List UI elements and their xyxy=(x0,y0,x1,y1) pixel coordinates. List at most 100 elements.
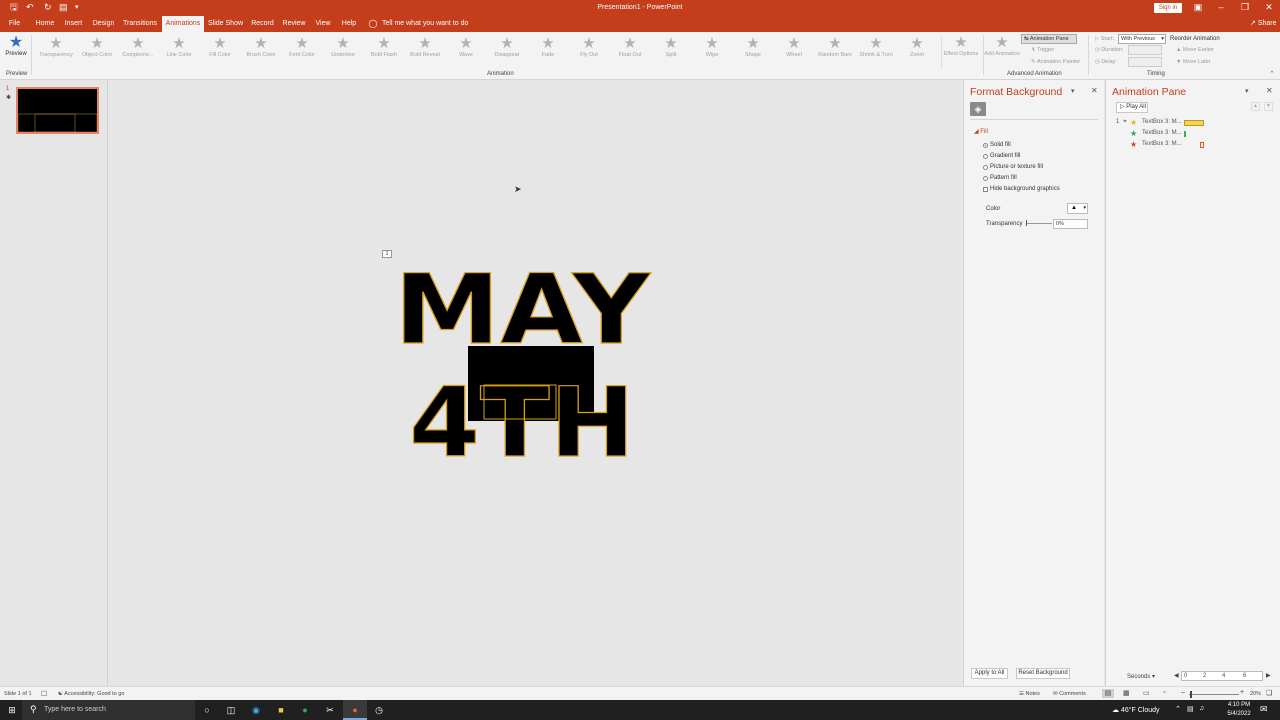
solid-fill-label[interactable]: Solid fill xyxy=(990,142,1011,148)
transparency-slider[interactable] xyxy=(1026,223,1052,224)
normal-view-icon[interactable]: ▤ xyxy=(1102,689,1114,698)
animation-zoom[interactable]: ★ Zoom xyxy=(897,36,937,59)
taskbar-time[interactable]: 4:10 PM xyxy=(1226,702,1252,708)
edge-icon[interactable]: ◉ xyxy=(250,704,262,716)
zoom-slider-thumb[interactable] xyxy=(1190,691,1192,698)
zoom-level[interactable]: 20% xyxy=(1250,691,1261,697)
task-view-icon[interactable]: ◫ xyxy=(225,704,237,716)
hide-graphics-checkbox[interactable] xyxy=(983,187,988,192)
sign-in-button[interactable]: Sign in xyxy=(1154,3,1182,13)
timeline-scroll-left-icon[interactable]: ◀ xyxy=(1174,672,1179,679)
animation-bold-reveal[interactable]: ★ Bold Reveal xyxy=(405,36,445,59)
animation-timing-bar[interactable] xyxy=(1184,131,1186,137)
color-picker-button[interactable]: ▲ ▾ xyxy=(1067,203,1088,214)
tab-view[interactable]: View xyxy=(313,16,333,32)
close-animation-pane-icon[interactable]: ✕ xyxy=(1266,86,1273,95)
effect-options-button[interactable]: ★ Effect Options xyxy=(941,35,981,58)
clock-app-icon[interactable]: ◷ xyxy=(373,704,385,716)
animation-line-color[interactable]: ★ Line Color xyxy=(159,36,199,59)
animation-transparency[interactable]: ★ Transparency xyxy=(36,36,76,59)
delay-field[interactable] xyxy=(1128,57,1162,67)
fill-bucket-icon[interactable]: ◈ xyxy=(970,102,986,116)
comments-button[interactable]: ✉ Comments xyxy=(1053,691,1086,697)
animation-split[interactable]: ★ Split xyxy=(651,36,691,59)
animation-wave[interactable]: ★ Wave xyxy=(446,36,486,59)
animation-underline[interactable]: ★ Underline xyxy=(323,36,363,59)
tab-review[interactable]: Review xyxy=(281,16,307,32)
reset-background-button[interactable]: Reset Background xyxy=(1016,668,1070,679)
animation-timing-bar[interactable] xyxy=(1200,142,1204,148)
start-dropdown[interactable]: With Previous ▾ xyxy=(1118,34,1166,44)
animation-shape[interactable]: ★ Shape xyxy=(733,36,773,59)
timeline-scroll-right-icon[interactable]: ▶ xyxy=(1266,672,1271,679)
move-down-icon[interactable]: ▼ xyxy=(1264,102,1273,111)
animation-item-3[interactable]: TextBox 3: M... xyxy=(1142,141,1182,147)
move-earlier-button[interactable]: ▲ Move Earlier xyxy=(1176,47,1214,53)
tab-file[interactable]: File xyxy=(6,16,23,32)
animation-fill-color[interactable]: ★ Fill Color xyxy=(200,36,240,59)
minimize-button[interactable]: – xyxy=(1214,2,1228,13)
tab-home[interactable]: Home xyxy=(33,16,57,32)
picture-fill-radio[interactable] xyxy=(983,165,988,170)
file-explorer-icon[interactable]: ■ xyxy=(275,704,287,716)
play-all-button[interactable]: ▷ Play All xyxy=(1116,102,1148,113)
transparency-slider-thumb[interactable] xyxy=(1026,220,1027,226)
collapse-ribbon-icon[interactable]: ⌃ xyxy=(1269,70,1275,78)
weather-widget[interactable]: ☁ 46°F Cloudy xyxy=(1112,706,1160,714)
slide-sorter-icon[interactable]: ▦ xyxy=(1123,689,1130,697)
tab-record[interactable]: Record xyxy=(250,16,275,32)
zoom-in-icon[interactable]: + xyxy=(1240,689,1244,696)
slide-wordart[interactable]: MAY 4TH xyxy=(392,258,692,468)
slideshow-view-icon[interactable]: ▫ xyxy=(1163,689,1165,696)
animation-pane-button[interactable]: ↹ Animation Pane xyxy=(1021,34,1077,44)
animation-painter-button[interactable]: ✎ Animation Painter xyxy=(1031,59,1080,65)
animation-brush-color[interactable]: ★ Brush Color xyxy=(241,36,281,59)
snipping-tool-icon[interactable]: ✂ xyxy=(324,704,336,716)
animation-disappear[interactable]: ★ Disappear xyxy=(487,36,527,59)
slide-canvas[interactable]: 1 MAY 4TH ➤ xyxy=(109,80,962,686)
volume-icon[interactable]: ♫ xyxy=(1199,705,1204,712)
gradient-fill-label[interactable]: Gradient fill xyxy=(990,153,1020,159)
tray-chevron-icon[interactable]: ⌃ xyxy=(1175,705,1181,713)
notes-button[interactable]: ☰ Notes xyxy=(1019,691,1040,697)
notifications-icon[interactable]: ✉ xyxy=(1260,704,1268,715)
animation-compleme[interactable]: ★ Compleme... xyxy=(118,36,158,59)
fill-section-header[interactable]: ◢ Fill xyxy=(974,128,988,135)
restore-button[interactable]: ❐ xyxy=(1238,2,1252,13)
animation-item-2[interactable]: TextBox 3: M... xyxy=(1142,130,1182,136)
picture-fill-label[interactable]: Picture or texture fill xyxy=(990,164,1043,170)
move-later-button[interactable]: ▼ Move Later xyxy=(1176,59,1211,65)
tab-animations[interactable]: Animations xyxy=(162,16,204,32)
animation-object-color[interactable]: ★ Object Color xyxy=(77,36,117,59)
tab-help[interactable]: Help xyxy=(339,16,359,32)
accessibility-status[interactable]: ☯ Accessibility: Good to go xyxy=(58,691,124,697)
hide-graphics-label[interactable]: Hide background graphics xyxy=(990,186,1060,192)
zoom-slider[interactable] xyxy=(1189,694,1239,695)
powerpoint-taskbar-button[interactable]: ● xyxy=(343,700,367,720)
animation-timing-bar[interactable] xyxy=(1184,120,1204,126)
add-animation-button[interactable]: ★ Add Animation xyxy=(982,35,1022,58)
seconds-dropdown[interactable]: Seconds ▾ xyxy=(1127,673,1155,680)
zoom-out-icon[interactable]: – xyxy=(1181,689,1185,696)
animation-bold-flash[interactable]: ★ Bold Flash xyxy=(364,36,404,59)
duration-field[interactable] xyxy=(1128,45,1162,55)
ribbon-display-icon[interactable]: ▣ xyxy=(1191,2,1205,13)
animation-random-bars[interactable]: ★ Random Bars xyxy=(815,36,855,59)
apply-to-all-button[interactable]: Apply to All xyxy=(971,668,1008,679)
fit-to-window-icon[interactable]: ❏ xyxy=(1266,689,1272,697)
animation-item-1[interactable]: TextBox 3: M... xyxy=(1142,119,1182,125)
pattern-fill-label[interactable]: Pattern fill xyxy=(990,175,1017,181)
animation-wheel[interactable]: ★ Wheel xyxy=(774,36,814,59)
gradient-fill-radio[interactable] xyxy=(983,154,988,159)
transparency-input[interactable]: 0% xyxy=(1053,219,1088,229)
animation-font-color[interactable]: ★ Font Color xyxy=(282,36,322,59)
wordart-line-4th[interactable]: 4TH xyxy=(408,366,635,468)
animation-shrink-turn[interactable]: ★ Shrink & Turn xyxy=(856,36,896,59)
animation-wipe[interactable]: ★ Wipe xyxy=(692,36,732,59)
taskbar-date[interactable]: 5/4/2022 xyxy=(1224,711,1254,717)
tab-design[interactable]: Design xyxy=(90,16,117,32)
spelling-icon[interactable]: ☐ xyxy=(41,690,47,698)
spotify-icon[interactable]: ● xyxy=(299,704,311,716)
network-icon[interactable]: ▤ xyxy=(1187,705,1194,713)
move-up-icon[interactable]: ▲ xyxy=(1251,102,1260,111)
